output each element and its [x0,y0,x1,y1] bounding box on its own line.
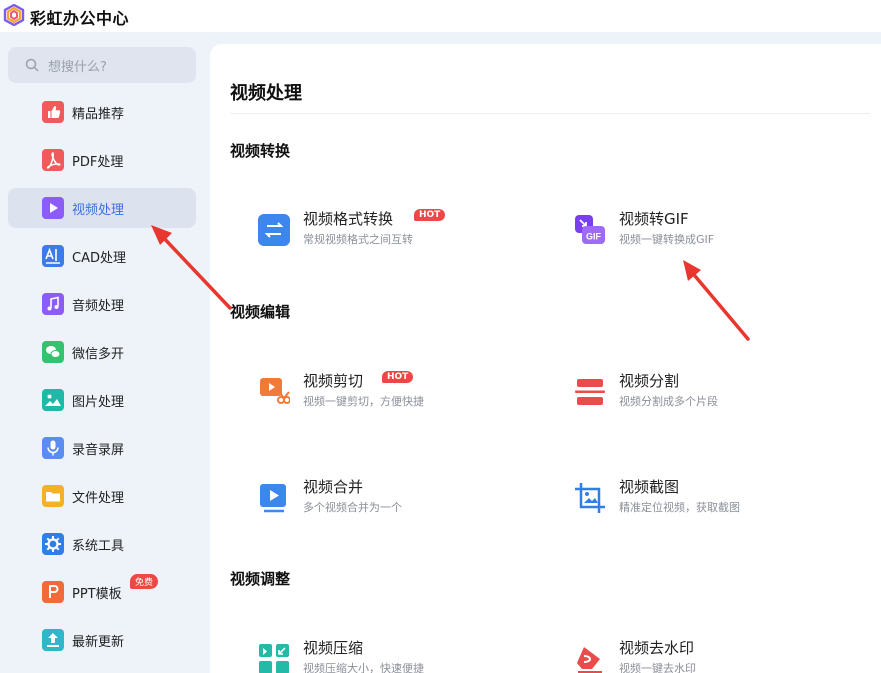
tool-desc: 视频分割成多个片段 [619,395,718,408]
tool-name: 视频格式转换 [303,210,394,228]
divider [230,113,870,114]
merge-play-icon [258,482,290,514]
tool-desc: 视频一键剪切，方便快捷 [303,395,424,408]
section-title: 视频编辑 [230,303,291,321]
search-icon [25,58,39,72]
tool-video-screenshot[interactable]: 视频截图 精准定位视频，获取截图 [574,476,854,520]
tool-desc: 多个视频合并为一个 [303,501,402,514]
sidebar-item-label: 微信多开 [72,347,125,362]
svg-text:GIF: GIF [586,232,602,242]
search-placeholder: 想搜什么? [48,60,107,75]
music-icon [42,293,64,315]
sidebar-item-label: CAD处理 [72,251,126,266]
ppt-icon [42,581,64,603]
split-icon [574,376,606,408]
tool-name: 视频截图 [619,478,680,496]
eraser-icon [574,643,606,673]
sidebar-item-label: 精品推荐 [72,107,125,122]
tool-name: 视频剪切 [303,372,364,390]
rainbow-logo-icon [3,4,25,26]
tool-video-compress[interactable]: 视频压缩 视频压缩大小，快速便捷 [258,637,538,673]
page-title: 视频处理 [230,83,302,104]
hot-badge: HOT [414,209,446,221]
sidebar-item-wechat[interactable]: 微信多开 [8,332,196,372]
tool-video-remove-watermark[interactable]: 视频去水印 视频一键去水印 [574,637,854,673]
tool-desc: 常规视频格式之间互转 [303,233,413,246]
cad-icon [42,245,64,267]
video-scissors-icon [258,376,290,408]
sidebar-item-video[interactable]: 视频处理 [8,188,196,228]
sidebar-item-label: 音频处理 [72,299,125,314]
free-badge: 免费 [130,574,159,589]
sidebar-item-label: 最新更新 [72,635,125,650]
swap-arrows-icon [258,214,290,246]
pdf-icon [42,149,64,171]
tool-name: 视频压缩 [303,639,364,657]
sidebar-item-file[interactable]: 文件处理 [8,476,196,516]
play-icon [42,197,64,219]
sidebar-item-label: 文件处理 [72,491,125,506]
sidebar-item-pdf[interactable]: PDF处理 [8,140,196,180]
sidebar-item-label: 录音录屏 [72,443,125,458]
sidebar-item-system[interactable]: 系统工具 [8,524,196,564]
folder-icon [42,485,64,507]
section-title: 视频转换 [230,142,291,160]
sidebar-item-label: 视频处理 [72,203,125,218]
thumbs-up-icon [42,101,64,123]
tool-name: 视频分割 [619,372,680,390]
tool-name: 视频去水印 [619,639,695,657]
wechat-icon [42,341,64,363]
crop-image-icon [574,482,606,514]
sidebar-item-ppt[interactable]: PPT模板 免费 [8,572,196,612]
sidebar-item-label: PDF处理 [72,155,124,170]
tool-name: 视频合并 [303,478,364,496]
sidebar-item-updates[interactable]: 最新更新 [8,620,196,660]
hot-badge: HOT [382,371,414,383]
tool-video-split[interactable]: 视频分割 视频分割成多个片段 [574,370,854,414]
sidebar-item-recommended[interactable]: 精品推荐 [8,92,196,132]
tool-name: 视频转GIF [619,210,689,228]
tool-desc: 视频压缩大小，快速便捷 [303,662,424,673]
tool-desc: 视频一键去水印 [619,662,696,673]
sidebar: 想搜什么? 精品推荐 PDF处理 视频处理 CAD处理 音频处理 微信多开 图片… [0,32,210,673]
sidebar-item-record[interactable]: 录音录屏 [8,428,196,468]
gear-icon [42,533,64,555]
section-title: 视频调整 [230,570,291,588]
main-panel: 视频处理 视频转换 视频格式转换 HOT 常规视频格式之间互转 GIF 视频转G… [210,44,881,673]
sidebar-item-audio[interactable]: 音频处理 [8,284,196,324]
sidebar-item-cad[interactable]: CAD处理 [8,236,196,276]
sidebar-item-label: PPT模板 [72,587,122,602]
compress-icon [258,643,290,673]
gif-icon: GIF [574,214,606,246]
sidebar-item-label: 系统工具 [72,539,125,554]
upload-icon [42,629,64,651]
app-title: 彩虹办公中心 [30,9,130,28]
title-bar: 彩虹办公中心 [0,0,881,32]
tool-video-format-convert[interactable]: 视频格式转换 HOT 常规视频格式之间互转 [258,208,538,252]
sidebar-item-image[interactable]: 图片处理 [8,380,196,420]
tool-video-merge[interactable]: 视频合并 多个视频合并为一个 [258,476,538,520]
tool-desc: 精准定位视频，获取截图 [619,501,740,514]
microphone-icon [42,437,64,459]
search-input[interactable]: 想搜什么? [8,47,196,83]
image-icon [42,389,64,411]
sidebar-item-label: 图片处理 [72,395,125,410]
tool-video-cut[interactable]: 视频剪切 HOT 视频一键剪切，方便快捷 [258,370,538,414]
tool-video-to-gif[interactable]: GIF 视频转GIF 视频一键转换成GIF [574,208,854,252]
tool-desc: 视频一键转换成GIF [619,233,715,246]
